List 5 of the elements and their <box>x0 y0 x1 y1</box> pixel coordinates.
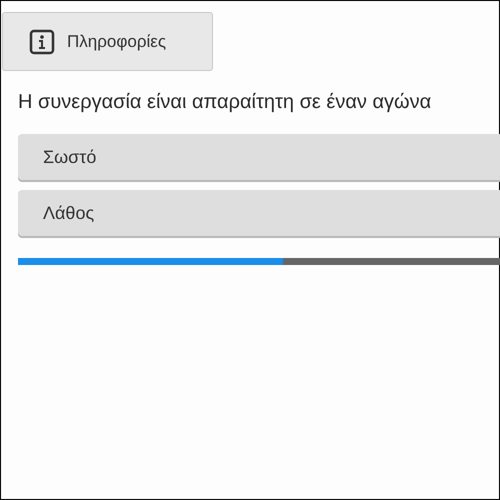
answer-button[interactable]: Σωστό <box>18 134 500 180</box>
question-text: Η συνεργασία είναι απαραίτητη σε έναν αγώνα <box>18 91 432 114</box>
info-button[interactable]: Πληροφορίες <box>2 12 213 71</box>
info-icon <box>29 28 55 54</box>
answer-button[interactable]: Λάθος <box>18 190 500 236</box>
